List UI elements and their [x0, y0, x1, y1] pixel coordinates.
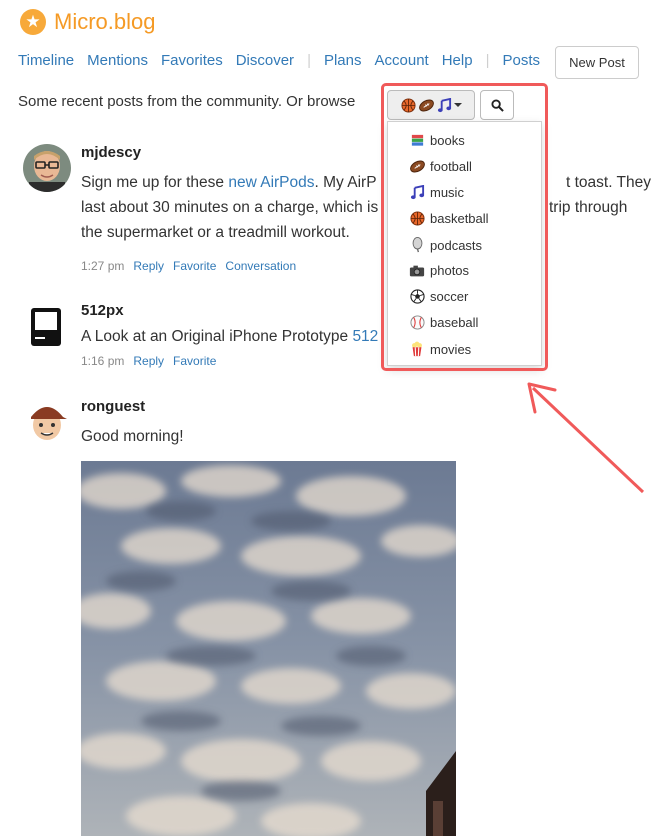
camera-icon — [408, 264, 426, 278]
nav-mentions[interactable]: Mentions — [87, 52, 148, 69]
post-text-line: last about 30 minutes on a charge, which… — [81, 199, 379, 216]
nav-posts[interactable]: Posts — [502, 52, 540, 69]
avatar[interactable] — [23, 397, 71, 445]
post-link-new-airpods[interactable]: new AirPods — [228, 174, 314, 191]
music-icon — [437, 97, 451, 112]
star-logo-icon: ★ — [20, 9, 46, 35]
reply-link[interactable]: Reply — [133, 259, 164, 273]
caret-down-icon — [453, 103, 462, 107]
post-text-part: My AirP — [323, 174, 377, 191]
avatar-mjdescy-icon — [23, 144, 71, 192]
menu-item-label: books — [430, 133, 465, 148]
post-photo-clouds[interactable] — [81, 461, 456, 836]
nav-discover[interactable]: Discover — [236, 52, 294, 69]
menu-item-label: soccer — [430, 289, 469, 304]
post-text-part: . — [314, 174, 324, 191]
topic-dropdown-menu: books football music basketball podcasts… — [387, 121, 542, 366]
brand[interactable]: ★ Micro.blog — [20, 9, 155, 35]
podcasts-icon — [408, 237, 426, 253]
post-text-tail: t toast. They — [566, 174, 652, 191]
menu-item-label: music — [430, 185, 464, 200]
main-nav: Timeline Mentions Favorites Discover | P… — [18, 52, 553, 69]
nav-timeline[interactable]: Timeline — [18, 52, 74, 69]
menu-item-baseball[interactable]: baseball — [408, 315, 478, 330]
favorite-link[interactable]: Favorite — [173, 259, 216, 273]
post-time[interactable]: 1:16 pm — [81, 354, 124, 368]
menu-item-label: podcasts — [430, 237, 483, 253]
favorite-link[interactable]: Favorite — [173, 354, 216, 368]
nav-favorites[interactable]: Favorites — [161, 52, 223, 69]
post-text-line: the supermarket or a treadmill workout. — [81, 224, 350, 241]
menu-item-books[interactable]: books — [408, 133, 465, 148]
search-icon — [490, 98, 504, 112]
post-text-part: Sign me up for these — [81, 174, 229, 191]
avatar[interactable] — [23, 144, 71, 192]
brand-title: Micro.blog — [54, 9, 156, 34]
nav-separator: | — [485, 52, 490, 69]
menu-item-podcasts[interactable]: podcasts — [408, 237, 482, 253]
menu-item-label: basketball — [430, 211, 489, 226]
post-text-part: A Look at an Original iPhone Prototype — [81, 328, 349, 345]
menu-item-label: baseball — [430, 315, 479, 330]
post-username[interactable]: ronguest — [81, 398, 145, 415]
menu-item-label: movies — [430, 341, 472, 357]
post-link[interactable]: 512 — [352, 328, 378, 345]
post-meta: 1:16 pm Reply Favorite — [81, 354, 216, 368]
post-text: Sign me up for these new AirPods. My Air… — [81, 170, 411, 195]
post-time[interactable]: 1:27 pm — [81, 259, 124, 273]
avatar[interactable] — [23, 302, 71, 350]
basketball-icon — [400, 97, 416, 113]
menu-item-soccer[interactable]: soccer — [408, 289, 468, 304]
conversation-link[interactable]: Conversation — [225, 259, 296, 273]
nav-account[interactable]: Account — [375, 52, 429, 69]
menu-item-label: photos — [430, 263, 470, 278]
avatar-ronguest-icon — [23, 397, 71, 445]
baseball-icon — [408, 315, 426, 330]
avatar-512px-icon — [23, 302, 71, 350]
nav-help[interactable]: Help — [442, 52, 473, 69]
new-post-button[interactable]: New Post — [555, 46, 639, 79]
search-button[interactable] — [480, 90, 514, 120]
football-icon — [418, 99, 434, 111]
topic-dropdown-button[interactable] — [387, 90, 475, 120]
intro-text: Some recent posts from the community. Or… — [18, 93, 356, 110]
menu-item-movies[interactable]: movies — [408, 341, 471, 357]
sky-clouds-image — [81, 461, 456, 836]
post-text: A Look at an Original iPhone Prototype 5… — [81, 324, 386, 349]
nav-plans[interactable]: Plans — [324, 52, 362, 69]
menu-item-music[interactable]: music — [408, 185, 464, 200]
menu-item-photos[interactable]: photos — [408, 263, 469, 278]
soccer-ball-icon — [408, 289, 426, 304]
post-text-tail: trip through — [549, 199, 628, 216]
popcorn-icon — [408, 341, 426, 357]
post-username[interactable]: mjdescy — [81, 144, 141, 161]
red-arrow-annotation — [527, 382, 645, 494]
post-meta: 1:27 pm Reply Favorite Conversation — [81, 259, 296, 273]
post-text: Good morning! — [81, 428, 184, 445]
basketball-icon — [408, 211, 426, 226]
books-icon — [408, 133, 426, 148]
menu-item-label: football — [430, 159, 472, 174]
nav-separator: | — [307, 52, 311, 69]
menu-item-football[interactable]: football — [408, 159, 472, 174]
post-username[interactable]: 512px — [81, 302, 124, 319]
menu-item-basketball[interactable]: basketball — [408, 211, 489, 226]
reply-link[interactable]: Reply — [133, 354, 164, 368]
